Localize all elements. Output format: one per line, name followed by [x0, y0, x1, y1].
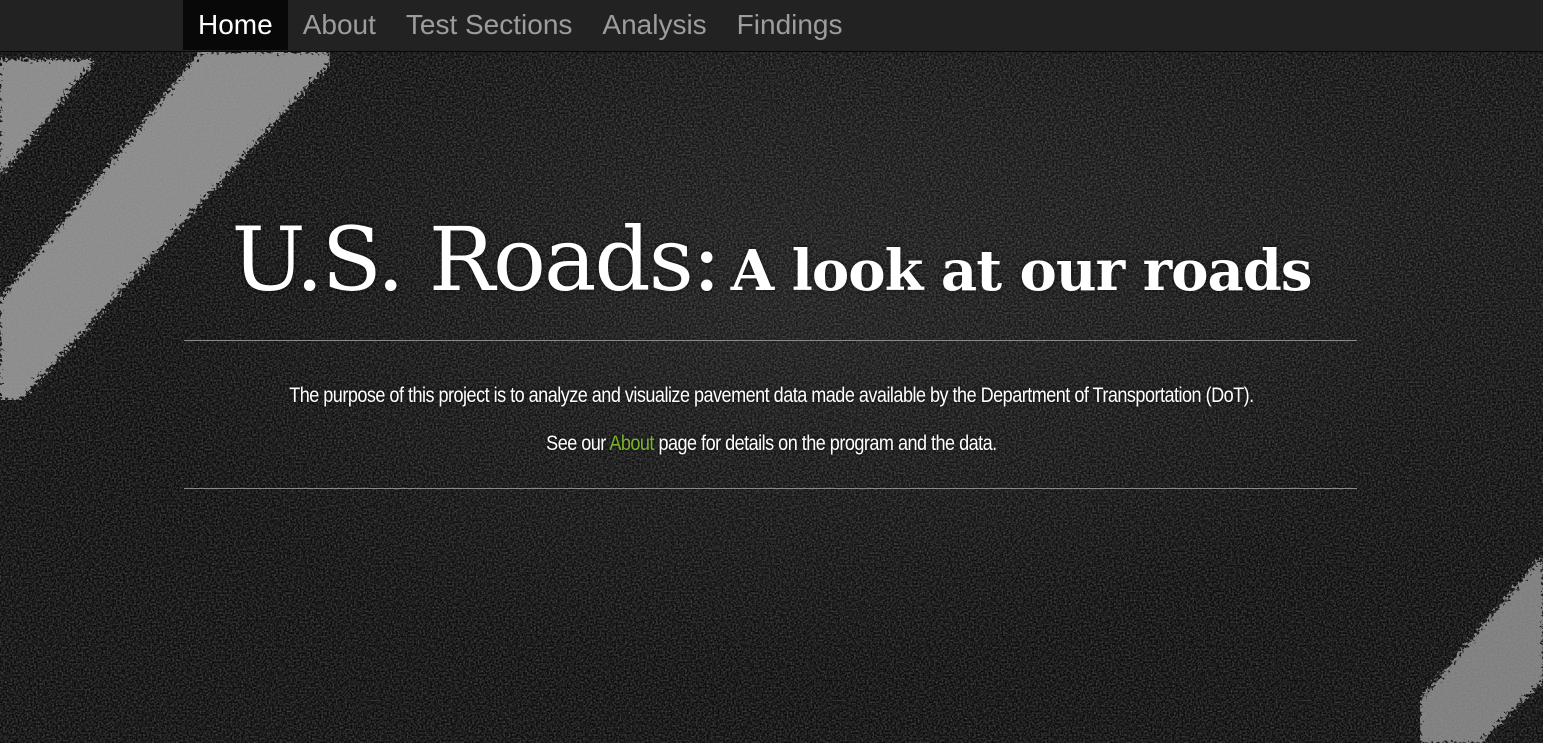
lead-text: The purpose of this project is to analyz… [289, 384, 1254, 407]
divider-bottom [184, 488, 1357, 489]
hero-background [0, 0, 1543, 743]
lead-about-line: See our About page for details on the pr… [108, 432, 1435, 456]
nav-item-home[interactable]: Home [183, 0, 288, 50]
nav-item-findings[interactable]: Findings [722, 0, 858, 50]
lead-prefix: See our [546, 432, 610, 455]
nav-item-about[interactable]: About [288, 0, 391, 50]
divider-top [184, 340, 1357, 341]
nav-item-test-sections[interactable]: Test Sections [391, 0, 588, 50]
title-subtitle: A look at our roads [730, 238, 1313, 304]
title-main: U.S. Roads: [231, 208, 722, 311]
page-title: U.S. Roads: A look at our roads [0, 208, 1543, 311]
lead-paragraph: The purpose of this project is to analyz… [108, 384, 1435, 408]
asphalt-texture [0, 0, 1543, 743]
about-link[interactable]: About [609, 432, 654, 455]
nav-list: Home About Test Sections Analysis Findin… [183, 0, 858, 50]
top-navbar: Home About Test Sections Analysis Findin… [0, 0, 1543, 52]
nav-item-analysis[interactable]: Analysis [587, 0, 721, 50]
lead-suffix: page for details on the program and the … [653, 432, 997, 455]
